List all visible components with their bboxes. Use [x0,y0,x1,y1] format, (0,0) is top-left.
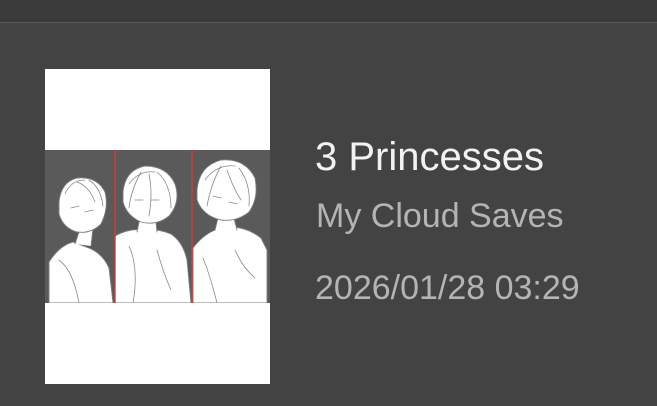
file-location: My Cloud Saves [316,197,564,235]
file-thumbnail[interactable] [45,69,270,384]
file-title[interactable]: 3 Princesses [315,133,544,181]
top-bar [0,0,657,23]
file-item[interactable]: 3 Princesses My Cloud Saves 2026/01/28 0… [0,23,657,406]
sketch-thumbnail-image [45,150,270,303]
file-modified-date: 2026/01/28 03:29 [315,269,580,307]
